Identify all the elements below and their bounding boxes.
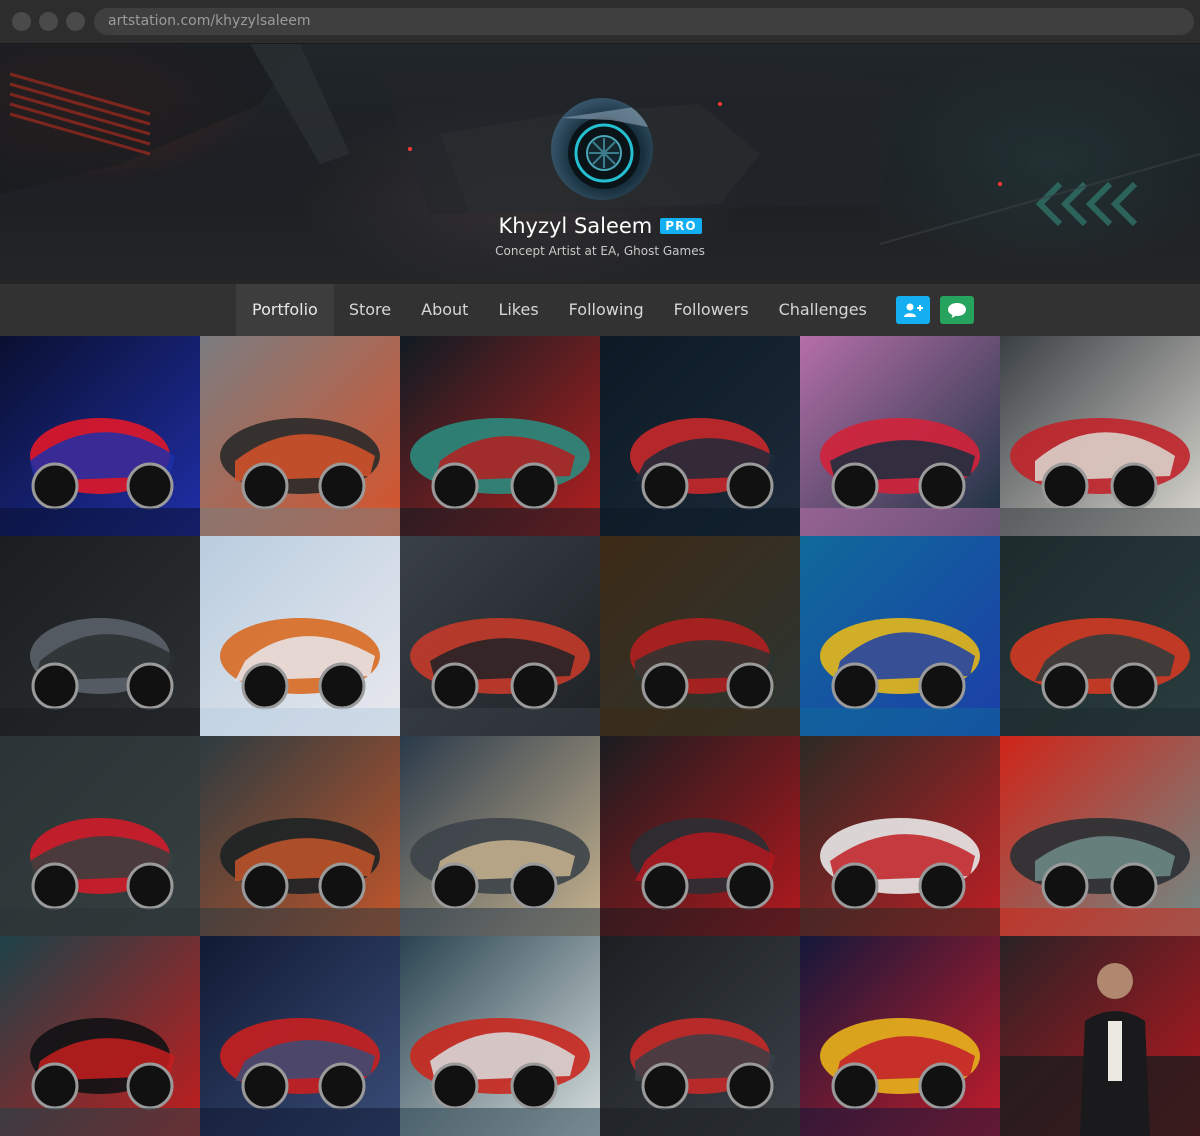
artwork-image	[1000, 536, 1200, 736]
tab-challenges[interactable]: Challenges	[764, 284, 882, 336]
portfolio-thumbnail[interactable]	[1000, 336, 1200, 536]
artwork-image	[200, 736, 400, 936]
tab-about[interactable]: About	[406, 284, 483, 336]
message-button[interactable]	[939, 296, 974, 324]
tab-followers[interactable]: Followers	[659, 284, 764, 336]
profile-cover: Khyzyl Saleem PRO Concept Artist at EA, G…	[0, 44, 1200, 284]
follow-button[interactable]	[895, 296, 930, 324]
artwork-image	[600, 336, 800, 536]
artwork-image	[1000, 336, 1200, 536]
portfolio-thumbnail[interactable]	[200, 936, 400, 1136]
portfolio-thumbnail[interactable]	[600, 936, 800, 1136]
window-maximize-button[interactable]	[66, 12, 85, 31]
portfolio-thumbnail[interactable]	[600, 336, 800, 536]
portfolio-thumbnail[interactable]	[400, 536, 600, 736]
window-close-button[interactable]	[12, 12, 31, 31]
portfolio-thumbnail[interactable]	[400, 936, 600, 1136]
portfolio-thumbnail[interactable]	[200, 536, 400, 736]
portfolio-thumbnail[interactable]	[400, 736, 600, 936]
portfolio-thumbnail[interactable]	[0, 936, 200, 1136]
artwork-image	[600, 736, 800, 936]
profile-nav: Portfolio Store About Likes Following Fo…	[0, 284, 1200, 336]
portfolio-thumbnail[interactable]	[200, 336, 400, 536]
portfolio-thumbnail[interactable]	[800, 536, 1000, 736]
pro-badge: PRO	[660, 218, 702, 234]
portfolio-grid	[0, 336, 1200, 1136]
portfolio-thumbnail[interactable]	[800, 336, 1000, 536]
portfolio-thumbnail[interactable]	[0, 736, 200, 936]
artwork-image	[800, 936, 1000, 1136]
artwork-image	[600, 936, 800, 1136]
artwork-image	[200, 336, 400, 536]
profile-tagline: Concept Artist at EA, Ghost Games	[495, 244, 705, 258]
portfolio-thumbnail[interactable]	[600, 536, 800, 736]
portfolio-thumbnail[interactable]	[200, 736, 400, 936]
artwork-image	[0, 536, 200, 736]
chat-bubble-icon	[947, 303, 966, 318]
artwork-image	[0, 336, 200, 536]
portfolio-thumbnail[interactable]	[800, 936, 1000, 1136]
portfolio-thumbnail[interactable]	[1000, 536, 1200, 736]
artwork-image	[800, 336, 1000, 536]
avatar[interactable]	[551, 98, 653, 200]
address-bar[interactable]: artstation.com/khyzylsaleem	[94, 8, 1194, 35]
portfolio-thumbnail[interactable]	[1000, 736, 1200, 936]
wheel-avatar-image	[561, 106, 653, 189]
artwork-image	[400, 336, 600, 536]
portfolio-thumbnail[interactable]	[1000, 936, 1200, 1136]
browser-toolbar: artstation.com/khyzylsaleem	[0, 0, 1200, 44]
artwork-image	[0, 936, 200, 1136]
portfolio-thumbnail[interactable]	[800, 736, 1000, 936]
artwork-image	[1000, 736, 1200, 936]
portfolio-thumbnail[interactable]	[0, 536, 200, 736]
artwork-image	[800, 736, 1000, 936]
artwork-image	[400, 536, 600, 736]
window-minimize-button[interactable]	[39, 12, 58, 31]
artwork-image	[600, 536, 800, 736]
artwork-image	[400, 936, 600, 1136]
artwork-image	[200, 536, 400, 736]
portfolio-thumbnail[interactable]	[400, 336, 600, 536]
add-user-icon	[903, 303, 923, 317]
portfolio-thumbnail[interactable]	[600, 736, 800, 936]
artwork-image	[1000, 936, 1200, 1136]
artwork-image	[0, 736, 200, 936]
portfolio-thumbnail[interactable]	[0, 336, 200, 536]
tab-portfolio[interactable]: Portfolio	[236, 284, 334, 336]
artwork-image	[200, 936, 400, 1136]
artwork-image	[400, 736, 600, 936]
tab-store[interactable]: Store	[334, 284, 406, 336]
tab-likes[interactable]: Likes	[483, 284, 553, 336]
artwork-image	[800, 536, 1000, 736]
tab-following[interactable]: Following	[554, 284, 659, 336]
profile-name: Khyzyl Saleem	[498, 214, 653, 238]
